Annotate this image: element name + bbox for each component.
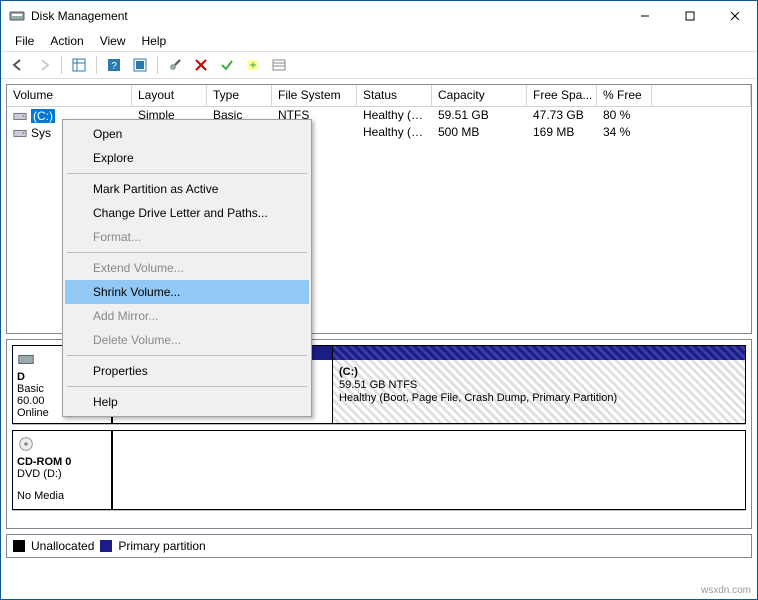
list-icon[interactable] — [267, 53, 291, 77]
separator — [96, 56, 97, 74]
ctx-format: Format... — [65, 225, 309, 249]
volume-name: Sys — [31, 126, 51, 140]
show-hide-button[interactable] — [67, 53, 91, 77]
context-menu: Open Explore Mark Partition as Active Ch… — [62, 119, 312, 417]
forward-button[interactable] — [32, 53, 56, 77]
col-layout[interactable]: Layout — [132, 85, 207, 107]
col-volume[interactable]: Volume — [7, 85, 132, 107]
minimize-button[interactable] — [622, 1, 667, 31]
ctx-open[interactable]: Open — [65, 122, 309, 146]
cdrom-info[interactable]: CD-ROM 0 DVD (D:) No Media — [12, 430, 112, 510]
partition-c[interactable]: (C:) 59.51 GB NTFS Healthy (Boot, Page F… — [332, 346, 745, 423]
help-button[interactable]: ? — [102, 53, 126, 77]
legend-primary: Primary partition — [118, 539, 205, 553]
window-title: Disk Management — [31, 9, 622, 23]
ctx-mirror: Add Mirror... — [65, 304, 309, 328]
ctx-properties[interactable]: Properties — [65, 359, 309, 383]
menu-help[interactable]: Help — [134, 32, 175, 50]
cdrom-icon — [17, 435, 35, 453]
separator — [61, 56, 62, 74]
ctx-mark-active[interactable]: Mark Partition as Active — [65, 177, 309, 201]
separator — [157, 56, 158, 74]
app-icon — [9, 8, 25, 24]
cdrom-strip[interactable] — [112, 430, 746, 510]
watermark: wsxdn.com — [701, 585, 751, 596]
ctx-extend: Extend Volume... — [65, 256, 309, 280]
rescan-icon[interactable] — [241, 53, 265, 77]
swatch-primary — [100, 540, 112, 552]
close-button[interactable] — [712, 1, 757, 31]
col-capacity[interactable]: Capacity — [432, 85, 527, 107]
ctx-shrink[interactable]: Shrink Volume... — [65, 280, 309, 304]
refresh-button[interactable] — [128, 53, 152, 77]
separator — [67, 252, 307, 253]
swatch-unallocated — [13, 540, 25, 552]
col-status[interactable]: Status — [357, 85, 432, 107]
partition-bar — [333, 346, 745, 360]
ctx-help[interactable]: Help — [65, 390, 309, 414]
separator — [67, 355, 307, 356]
volume-name: (C:) — [31, 109, 55, 123]
delete-icon[interactable] — [189, 53, 213, 77]
legend-unallocated: Unallocated — [31, 539, 94, 553]
disk-icon — [17, 350, 35, 368]
separator — [67, 173, 307, 174]
separator — [67, 386, 307, 387]
menu-file[interactable]: File — [7, 32, 42, 50]
check-icon[interactable] — [215, 53, 239, 77]
cdrom-name: CD-ROM 0 — [17, 456, 107, 468]
titlebar: Disk Management — [1, 1, 757, 31]
drive-icon — [13, 126, 27, 140]
svg-text:?: ? — [111, 61, 117, 72]
maximize-button[interactable] — [667, 1, 712, 31]
col-free[interactable]: Free Spa... — [527, 85, 597, 107]
ctx-delete: Delete Volume... — [65, 328, 309, 352]
column-headers: Volume Layout Type File System Status Ca… — [7, 85, 751, 107]
menu-view[interactable]: View — [92, 32, 134, 50]
legend: Unallocated Primary partition — [6, 534, 752, 558]
ctx-change-letter[interactable]: Change Drive Letter and Paths... — [65, 201, 309, 225]
col-empty[interactable] — [652, 85, 751, 107]
settings-icon[interactable] — [163, 53, 187, 77]
menubar: File Action View Help — [1, 31, 757, 51]
cdrom-row: CD-ROM 0 DVD (D:) No Media — [12, 430, 746, 511]
toolbar: ? — [1, 51, 757, 79]
col-pct[interactable]: % Free — [597, 85, 652, 107]
drive-icon — [13, 109, 27, 123]
menu-action[interactable]: Action — [42, 32, 91, 50]
col-type[interactable]: Type — [207, 85, 272, 107]
back-button[interactable] — [6, 53, 30, 77]
ctx-explore[interactable]: Explore — [65, 146, 309, 170]
col-fs[interactable]: File System — [272, 85, 357, 107]
